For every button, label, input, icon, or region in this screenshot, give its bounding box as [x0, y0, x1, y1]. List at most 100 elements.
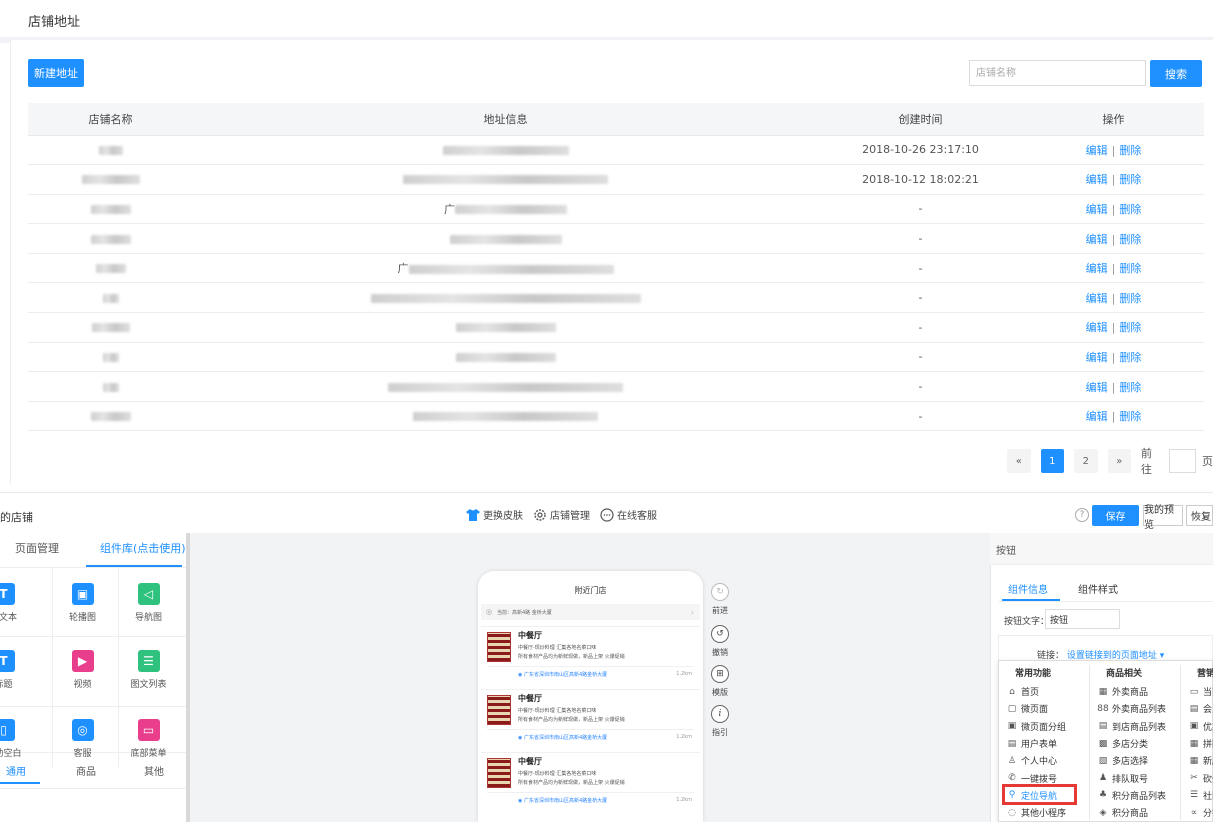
dropdown-item[interactable]: ◈ 积分商品	[1092, 804, 1180, 821]
store-name: 中餐厅	[518, 631, 542, 640]
edit-link[interactable]: 编辑	[1086, 144, 1108, 157]
next-page-button[interactable]: »	[1107, 449, 1131, 473]
store-name-search-input[interactable]	[969, 60, 1146, 86]
delete-link[interactable]: 删除	[1119, 410, 1141, 423]
store-card[interactable]: 中餐厅 中餐厅-现炒料理 汇集各地名菜口味 所有食材产品均为新鲜现做，新品上架 火爆…	[481, 752, 700, 809]
redo-button[interactable]: ↻ 前进	[706, 583, 734, 616]
component-list[interactable]: ☰ 图文列表	[121, 650, 176, 705]
location-bar[interactable]: ◎ 当前：高新4路 金桥大厦 ›	[481, 604, 700, 620]
tab-goods[interactable]: 商品	[76, 763, 96, 778]
delete-link[interactable]: 删除	[1119, 351, 1141, 364]
dropdown-item[interactable]: ▣ 优惠	[1183, 718, 1213, 735]
divider	[487, 792, 694, 793]
separator: |	[1111, 291, 1116, 305]
dropdown-item[interactable]: ✂ 砍价	[1183, 769, 1213, 786]
created-time-cell: -	[818, 223, 1023, 254]
component-video[interactable]: ▶ 视频	[55, 650, 110, 705]
shop-manage-button[interactable]: 店铺管理	[533, 507, 590, 522]
page-1-button[interactable]: 1	[1040, 449, 1064, 473]
delete-link[interactable]: 删除	[1119, 321, 1141, 334]
edit-link[interactable]: 编辑	[1086, 410, 1108, 423]
delete-link[interactable]: 删除	[1119, 144, 1141, 157]
new-address-button[interactable]: 新建地址	[28, 59, 84, 87]
component-carousel[interactable]: ▣ 轮播图	[55, 583, 110, 638]
dropdown-item-label: 积分商品	[1112, 809, 1149, 820]
online-service-button[interactable]: 在线客服	[600, 507, 657, 522]
dropdown-item[interactable]: ▤ 到店商品列表	[1092, 718, 1180, 735]
dropdown-item[interactable]: ♣ 积分商品列表	[1092, 787, 1180, 804]
goto-page-input[interactable]	[1168, 449, 1196, 473]
active-tab-indicator	[1002, 599, 1060, 601]
search-button[interactable]: 搜索	[1150, 60, 1202, 87]
dropdown-item[interactable]: ▭ 当面	[1183, 683, 1213, 700]
store-card[interactable]: 中餐厅 中餐厅-现炒料理 汇集各地名菜口味 所有食材产品均为新鲜现做，新品上架 火爆…	[481, 689, 700, 746]
store-desc: 中餐厅-现炒料理 汇集各地名菜口味	[518, 771, 597, 777]
dropdown-item[interactable]: ▧ 多店选择	[1092, 752, 1180, 769]
edit-link[interactable]: 编辑	[1086, 233, 1108, 246]
item-icon: ▭	[1189, 686, 1199, 697]
delete-link[interactable]: 删除	[1119, 173, 1141, 186]
dropdown-item[interactable]: ☰ 社区	[1183, 787, 1213, 804]
tab-components[interactable]: 组件库(点击使用)	[100, 540, 186, 556]
dropdown-item[interactable]: 88 外卖商品列表	[1092, 700, 1180, 717]
component-nav[interactable]: ◁ 导航图	[121, 583, 176, 638]
item-icon: ▤	[1098, 721, 1108, 732]
redacted-text	[403, 175, 608, 185]
dropdown-item[interactable]: ▤ 用户表单	[1001, 735, 1089, 752]
dropdown-item-label: 当面	[1203, 688, 1213, 699]
dropdown-item[interactable]: ▢ 微页面	[1001, 700, 1089, 717]
edit-link[interactable]: 编辑	[1086, 262, 1108, 275]
text-icon: T	[0, 583, 15, 605]
template-button[interactable]: ⊞ 模版	[706, 665, 734, 698]
change-skin-button[interactable]: 更换皮肤	[466, 507, 523, 522]
restore-button[interactable]: 恢复	[1186, 505, 1213, 526]
redacted-text	[102, 382, 119, 392]
tab-other[interactable]: 其他	[144, 763, 164, 778]
delete-link[interactable]: 删除	[1119, 233, 1141, 246]
button-text-input[interactable]: 按钮	[1045, 609, 1120, 629]
tab-component-info[interactable]: 组件信息	[1008, 581, 1048, 596]
save-button[interactable]: 保存	[1092, 505, 1139, 526]
delete-link[interactable]: 删除	[1119, 262, 1141, 275]
edit-link[interactable]: 编辑	[1086, 351, 1108, 364]
edit-link[interactable]: 编辑	[1086, 381, 1108, 394]
undo-button[interactable]: ↺ 撤销	[706, 625, 734, 658]
store-name-cell	[28, 342, 193, 373]
help-icon[interactable]: ?	[1075, 508, 1089, 522]
tab-page-manage[interactable]: 页面管理	[15, 540, 59, 556]
dropdown-item[interactable]: ⌂ 首页	[1001, 683, 1089, 700]
prev-page-button[interactable]: «	[1007, 449, 1031, 473]
table-row: - 编辑 | 删除	[28, 223, 1204, 254]
section-divider	[0, 492, 1213, 493]
dropdown-item[interactable]: ▦ 新版	[1183, 752, 1213, 769]
dropdown-item[interactable]: ▣ 微页面分组	[1001, 718, 1089, 735]
delete-link[interactable]: 删除	[1119, 203, 1141, 216]
preview-button[interactable]: 我的预览	[1143, 505, 1183, 531]
component-title[interactable]: T 标题	[0, 650, 31, 705]
dropdown-item[interactable]: ∝ 分销	[1183, 804, 1213, 821]
phone-preview[interactable]: 附近门店 ◎ 当前：高新4路 金桥大厦 › 中餐厅 中餐厅-现炒料理 汇集各地名菜…	[478, 571, 703, 822]
dropdown-item[interactable]: ▩ 多店分类	[1092, 735, 1180, 752]
column-header-address: 地址信息	[193, 103, 818, 136]
item-icon: ▤	[1189, 703, 1199, 714]
page-2-button[interactable]: 2	[1074, 449, 1098, 473]
edit-link[interactable]: 编辑	[1086, 292, 1108, 305]
store-card[interactable]: 中餐厅 中餐厅-现炒料理 汇集各地名菜口味 所有食材产品均为新鲜现做，新品上架 火爆…	[481, 626, 700, 683]
dropdown-item[interactable]: ♙ 个人中心	[1001, 752, 1089, 769]
dropdown-item[interactable]: ▦ 拼团	[1183, 735, 1213, 752]
delete-link[interactable]: 删除	[1119, 381, 1141, 394]
dropdown-item[interactable]: ◌ 其他小程序	[1001, 804, 1089, 821]
edit-link[interactable]: 编辑	[1086, 203, 1108, 216]
guide-button[interactable]: i 指引	[706, 705, 734, 738]
component-text[interactable]: T 富文本	[0, 583, 31, 638]
dropdown-item[interactable]: ♟ 排队取号	[1092, 769, 1180, 786]
tab-common[interactable]: 通用	[6, 763, 26, 778]
dropdown-item[interactable]: ▤ 会员	[1183, 700, 1213, 717]
delete-link[interactable]: 删除	[1119, 292, 1141, 305]
tab-component-style[interactable]: 组件样式	[1078, 581, 1118, 596]
redacted-text	[90, 234, 131, 244]
edit-link[interactable]: 编辑	[1086, 321, 1108, 334]
component-label: 图文列表	[130, 680, 167, 690]
edit-link[interactable]: 编辑	[1086, 173, 1108, 186]
dropdown-item[interactable]: ▦ 外卖商品	[1092, 683, 1180, 700]
